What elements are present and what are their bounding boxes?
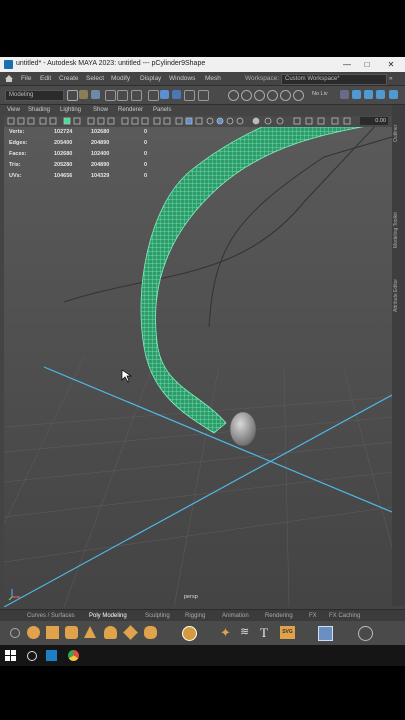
- new-scene-icon[interactable]: [67, 90, 78, 101]
- type-tool-icon[interactable]: T: [260, 626, 273, 639]
- poly-sphere-icon[interactable]: [27, 626, 40, 639]
- shelf-tab-rendering[interactable]: Rendering: [265, 613, 293, 619]
- select-tool-icon[interactable]: [160, 90, 169, 99]
- grid-axis-z: [4, 394, 392, 607]
- snap-surface-icon[interactable]: [280, 90, 291, 101]
- exposure-field[interactable]: 0.00: [360, 117, 388, 125]
- shelf-tab-curves-surfaces[interactable]: Curves / Surfaces: [27, 613, 75, 619]
- shelf-tab-rigging[interactable]: Rigging: [185, 613, 205, 619]
- tab-modeling-toolkit[interactable]: Modeling Toolkit: [393, 200, 403, 260]
- panel-menu-panels[interactable]: Panels: [153, 107, 171, 113]
- workspace-dropdown[interactable]: Custom Workspace*: [281, 74, 387, 85]
- tab-outliner[interactable]: Outliner: [393, 113, 403, 153]
- menu-create[interactable]: Create: [59, 75, 79, 82]
- search-icon[interactable]: [27, 651, 37, 661]
- menuset-dropdown[interactable]: Modeling: [5, 90, 64, 101]
- home-icon[interactable]: [5, 75, 13, 82]
- menu-display[interactable]: Display: [140, 75, 161, 82]
- close-button[interactable]: ✕: [380, 58, 402, 71]
- menu-modify[interactable]: Modify: [111, 75, 130, 82]
- panel-menu-shading[interactable]: Shading: [28, 107, 50, 113]
- maya-logo-icon: [4, 60, 13, 69]
- menu-select[interactable]: Select: [86, 75, 104, 82]
- poly-soccer-ball-icon[interactable]: [182, 626, 197, 641]
- poly-cylinder-icon[interactable]: [65, 626, 78, 639]
- perspective-viewport[interactable]: Verts: 102724 102680 0 Edges: 205400 204890 0 …: [4, 127, 392, 607]
- snap-view-icon[interactable]: [267, 90, 278, 101]
- minimize-button[interactable]: —: [336, 58, 358, 71]
- ipr-icon[interactable]: [364, 90, 373, 99]
- render-icon[interactable]: [352, 90, 361, 99]
- sweep-mesh-icon[interactable]: ≋: [240, 626, 253, 639]
- shelf-tab-animation[interactable]: Animation: [222, 613, 249, 619]
- grid-plane: [4, 356, 392, 607]
- maya-app-icon[interactable]: [46, 650, 57, 661]
- camera-label: persp: [184, 594, 198, 600]
- windows-start-icon[interactable]: [5, 650, 16, 661]
- maya-window: untitled* - Autodesk MAYA 2023: untitled…: [0, 57, 405, 666]
- chrome-icon[interactable]: [68, 650, 79, 661]
- windows-taskbar: [0, 645, 405, 666]
- shelf-tab-poly-modeling[interactable]: Poly Modeling: [89, 613, 127, 619]
- workspace-label: Workspace:: [245, 75, 280, 82]
- snap-grid-icon[interactable]: [228, 90, 239, 101]
- paint-select-icon[interactable]: [184, 90, 195, 101]
- uv-editor-icon[interactable]: [318, 626, 333, 641]
- render-settings-icon[interactable]: [376, 90, 385, 99]
- window-title: untitled* - Autodesk MAYA 2023: untitled…: [16, 60, 206, 67]
- poly-disc-icon[interactable]: [144, 626, 157, 639]
- menu-edit[interactable]: Edit: [40, 75, 51, 82]
- snap-point-icon[interactable]: [254, 90, 265, 101]
- panel-menu-view[interactable]: View: [7, 107, 20, 113]
- hypershade-icon[interactable]: [389, 90, 398, 99]
- panel-menu-renderer[interactable]: Renderer: [118, 107, 143, 113]
- sphere-mesh: [229, 411, 257, 447]
- redo-icon[interactable]: [117, 90, 128, 101]
- status-line: Modeling No Liv: [0, 86, 405, 105]
- undo-icon[interactable]: [105, 90, 116, 101]
- poly-torus-icon[interactable]: [104, 626, 117, 639]
- history-icon[interactable]: [340, 90, 349, 99]
- panel-tool-icons[interactable]: [4, 116, 392, 127]
- poly-cone-icon[interactable]: [84, 626, 96, 638]
- twisted-cylinder-mesh: [140, 127, 364, 434]
- lasso-icon[interactable]: [172, 90, 181, 99]
- hierarchy-select-icon[interactable]: [148, 90, 159, 101]
- poly-plane-icon[interactable]: [123, 625, 138, 640]
- poly-cube-icon[interactable]: [46, 626, 59, 639]
- snap-live-icon[interactable]: [293, 90, 304, 101]
- snap-curve-icon[interactable]: [241, 90, 252, 101]
- shelf-icons: ✦ ≋ T SVG: [0, 621, 405, 645]
- maximize-button[interactable]: □: [356, 58, 378, 71]
- title-bar: untitled* - Autodesk MAYA 2023: untitled…: [0, 57, 405, 72]
- save-scene-icon[interactable]: [91, 90, 100, 99]
- shelf-settings-icon[interactable]: [358, 626, 373, 641]
- open-scene-icon[interactable]: [79, 90, 88, 99]
- menu-mesh[interactable]: Mesh: [205, 75, 221, 82]
- redo-alt-icon[interactable]: [131, 90, 142, 101]
- scene-render: [4, 127, 392, 607]
- axis-gizmo-icon: [8, 589, 20, 601]
- shelf-menu-gear-icon[interactable]: [10, 628, 20, 638]
- menu-file[interactable]: File: [21, 75, 31, 82]
- component-mode-icon[interactable]: [198, 90, 209, 101]
- tab-attribute-editor[interactable]: Attribute Editor: [393, 265, 403, 325]
- mouse-cursor-icon: [121, 369, 133, 383]
- shelf-tab-sculpting[interactable]: Sculpting: [145, 613, 170, 619]
- no-live-label[interactable]: No Liv: [312, 91, 328, 97]
- main-menu-bar: File Edit Create Select Modify Display W…: [0, 72, 405, 86]
- shelf-tab-fx-caching[interactable]: FX Caching: [329, 613, 360, 619]
- menu-overflow-icon[interactable]: »: [389, 75, 393, 82]
- right-dock-tabs: Outliner Modeling Toolkit Attribute Edit…: [392, 105, 405, 606]
- svg-tool-icon[interactable]: SVG: [280, 626, 295, 639]
- super-shape-icon[interactable]: ✦: [220, 626, 233, 639]
- panel-menu-lighting[interactable]: Lighting: [60, 107, 81, 113]
- panel-menu-show[interactable]: Show: [93, 107, 108, 113]
- shelf-tab-fx[interactable]: FX: [309, 613, 317, 619]
- menu-windows[interactable]: Windows: [169, 75, 195, 82]
